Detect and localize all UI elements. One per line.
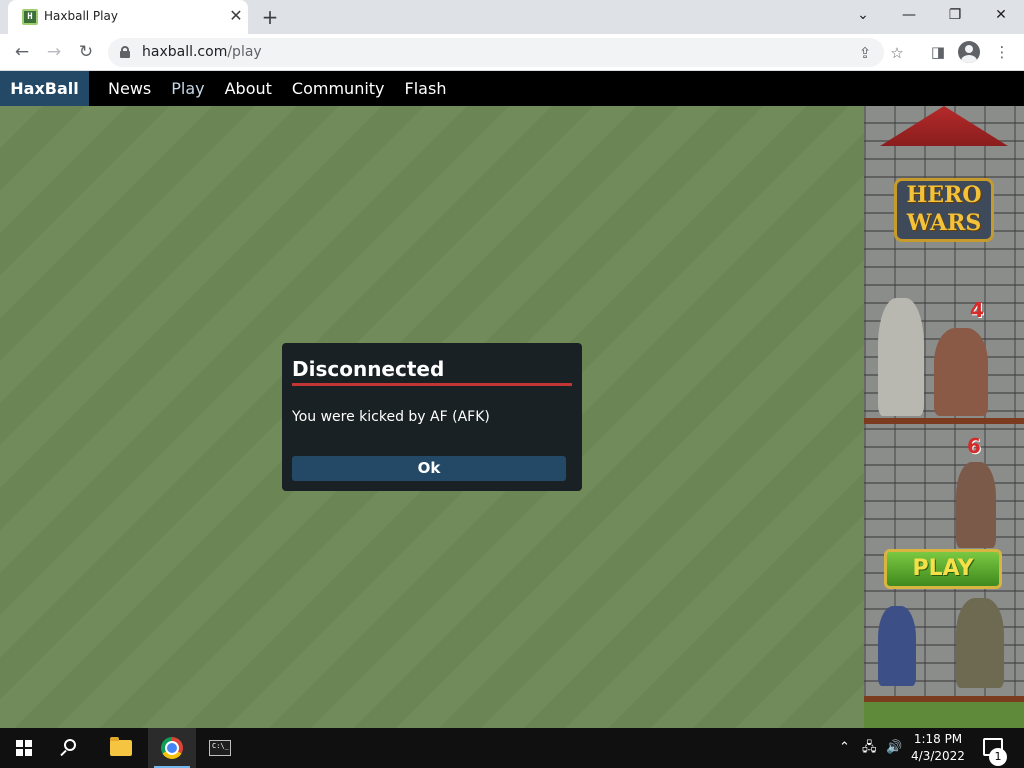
nav-flash[interactable]: Flash	[395, 71, 457, 106]
network-icon[interactable]: 🖧	[862, 739, 877, 757]
dialog-title: Disconnected	[292, 357, 445, 381]
taskbar-search-button[interactable]	[48, 728, 96, 768]
back-arrow-icon[interactable]: ←	[8, 38, 36, 66]
haxball-favicon-icon: H	[22, 9, 38, 25]
browser-tab[interactable]: H Haxball Play ✕	[8, 0, 248, 34]
nav-news[interactable]: News	[98, 71, 161, 106]
nav-community[interactable]: Community	[282, 71, 395, 106]
chrome-icon	[161, 737, 183, 759]
dialog-divider	[292, 383, 572, 386]
url-path: /play	[227, 44, 262, 60]
more-menu-icon[interactable]: ⋮	[990, 40, 1014, 64]
nav-play[interactable]: Play	[161, 71, 214, 106]
clock-date: 4/3/2022	[911, 749, 965, 763]
dialog-message: You were kicked by AF (AFK)	[292, 409, 490, 425]
profile-icon[interactable]	[958, 41, 980, 63]
tab-search-chevron-icon[interactable]: ⌄	[840, 0, 886, 34]
hero-wars-ad[interactable]: HERO WARS 4 6 PLAY	[864, 106, 1024, 728]
minimize-icon[interactable]: —	[886, 0, 932, 34]
restore-icon[interactable]: ❐	[932, 0, 978, 34]
nav-about[interactable]: About	[215, 71, 282, 106]
start-button[interactable]	[0, 728, 48, 768]
ad-brute-character	[956, 462, 996, 548]
windows-logo-icon	[16, 740, 32, 756]
site-nav: News Play About Community Flash	[98, 71, 456, 106]
ad-tower-roof	[880, 106, 1008, 146]
ad-skeleton-character	[878, 298, 924, 416]
star-icon[interactable]: ☆	[886, 42, 908, 64]
ad-logo: HERO WARS	[894, 178, 994, 242]
url-host: haxball.com	[142, 44, 228, 60]
disconnected-dialog: Disconnected You were kicked by AF (AFK)…	[282, 343, 582, 491]
ad-ogre-character	[934, 328, 988, 416]
ad-number-mid: 6	[967, 434, 981, 458]
side-panel-icon[interactable]: ◨	[926, 40, 950, 64]
folder-icon	[110, 737, 132, 756]
lock-icon[interactable]	[120, 46, 130, 58]
window-close-icon[interactable]: ✕	[978, 0, 1024, 34]
browser-tab-strip: H Haxball Play ✕ + ⌄ — ❐ ✕	[0, 0, 1024, 34]
tray-chevron-up-icon[interactable]: ⌃	[839, 739, 850, 757]
taskbar-file-explorer[interactable]	[98, 728, 146, 768]
site-logo[interactable]: HaxBall	[0, 71, 89, 106]
clock-time: 1:18 PM	[913, 732, 963, 746]
ad-floor-1	[864, 418, 1024, 424]
ad-hero-character	[878, 606, 916, 686]
address-bar[interactable]: haxball.com/play ⇪ ☆	[108, 38, 904, 67]
forward-arrow-icon[interactable]: →	[40, 38, 68, 66]
taskbar-chrome[interactable]	[148, 728, 196, 768]
windows-taskbar: C:\_ ⌃ 🖧 🔊 1:18 PM 4/3/2022 1	[0, 728, 1024, 768]
taskbar-clock[interactable]: 1:18 PM 4/3/2022	[898, 731, 978, 765]
tab-close-icon[interactable]: ✕	[226, 6, 246, 26]
terminal-icon: C:\_	[209, 740, 231, 756]
site-header: HaxBall News Play About Community Flash	[0, 71, 1024, 106]
search-icon	[64, 739, 76, 751]
taskbar-command-prompt[interactable]: C:\_	[197, 728, 245, 768]
ad-play-button[interactable]: PLAY	[884, 549, 1002, 589]
notification-count-badge: 1	[989, 748, 1007, 766]
browser-toolbar: ← → ↻ haxball.com/play ⇪ ☆ ◨ ⋮	[0, 34, 1024, 71]
ad-logo-line2: WARS	[906, 210, 982, 236]
ok-button[interactable]: Ok	[292, 456, 566, 481]
ad-logo-line1: HERO	[906, 182, 982, 208]
reload-icon[interactable]: ↻	[72, 38, 100, 66]
new-tab-icon[interactable]: +	[258, 5, 282, 29]
share-icon[interactable]: ⇪	[854, 42, 876, 64]
ad-ground	[864, 696, 1024, 728]
ad-number-top: 4	[970, 298, 984, 322]
url-text[interactable]: haxball.com/play	[142, 44, 262, 60]
tab-title: Haxball Play	[44, 9, 118, 23]
ad-orc-character	[956, 598, 1004, 688]
